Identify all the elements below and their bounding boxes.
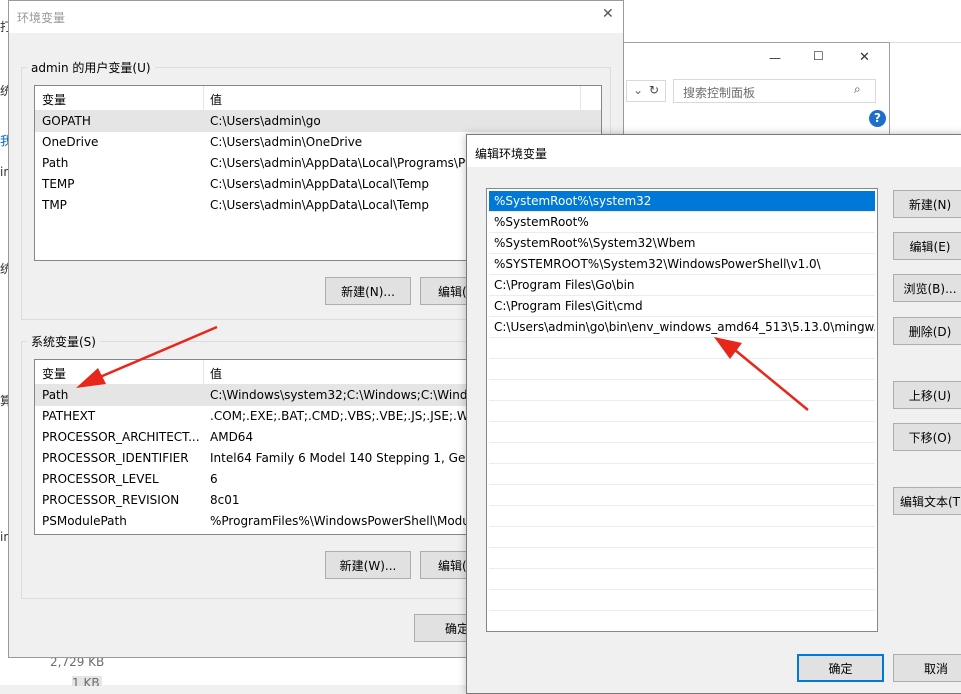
var-value: C:\Users\admin\AppData\Local\Programs\Py [210, 156, 473, 170]
var-name: TMP [42, 198, 67, 212]
empty-row [489, 527, 875, 548]
empty-row [489, 464, 875, 485]
var-value: Intel64 Family 6 Model 140 Stepping 1, G… [210, 451, 481, 465]
var-value: C:\Users\admin\AppData\Local\Temp [210, 198, 430, 212]
user-vars-title: admin 的用户变量(U) [27, 59, 155, 76]
empty-row [489, 443, 875, 464]
var-name: Path [42, 388, 69, 402]
dialog-titlebar: 环境变量 ✕ [9, 1, 623, 33]
var-value: C:\Users\admin\AppData\Local\Temp [210, 177, 430, 191]
var-value: %ProgramFiles%\WindowsPowerShell\Modu [210, 514, 470, 528]
maximize-button[interactable]: ☐ [813, 49, 824, 63]
list-item[interactable]: %SystemRoot%\System32\Wbem [489, 233, 875, 254]
list-item[interactable]: %SystemRoot% [489, 212, 875, 233]
col-val-header: 值 [210, 93, 223, 107]
path-entry: %SystemRoot%\system32 [494, 194, 652, 208]
dialog-title: 环境变量 [17, 11, 66, 25]
var-value: 8c01 [210, 493, 240, 507]
var-name: PROCESSOR_REVISION [42, 493, 180, 507]
empty-row [489, 548, 875, 569]
empty-row [489, 590, 875, 611]
path-entry: %SYSTEMROOT%\System32\WindowsPowerShell\… [494, 257, 821, 271]
help-icon[interactable]: ? [869, 110, 886, 127]
search-input[interactable]: 搜索控制面板 ⌕ [673, 79, 876, 103]
empty-row [489, 359, 875, 380]
col-separator [580, 86, 581, 110]
edit-text-button[interactable]: 编辑文本(T) [893, 487, 961, 515]
var-value: C:\Users\admin\OneDrive [210, 135, 363, 149]
move-down-button[interactable]: 下移(O) [893, 423, 961, 451]
path-list[interactable]: %SystemRoot%\system32 %SystemRoot% %Syst… [486, 188, 878, 632]
list-item[interactable]: C:\Program Files\Git\cmd [489, 296, 875, 317]
col-var-header: 变量 [42, 93, 67, 107]
sys-new-button[interactable]: 新建(W)... [325, 551, 411, 579]
col-separator [203, 86, 204, 110]
var-value: C:\Users\admin\go [210, 114, 321, 128]
chevron-down-icon: ⌄ [633, 83, 644, 97]
var-name: PSModulePath [42, 514, 127, 528]
path-entry: C:\Users\admin\go\bin\env_windows_amd64_… [494, 320, 875, 334]
empty-row [489, 422, 875, 443]
address-dropdown[interactable]: ⌄ ↻ [626, 80, 666, 102]
var-name: TEMP [42, 177, 75, 191]
close-button[interactable]: ✕ [859, 50, 870, 65]
list-item[interactable]: %SystemRoot%\system32 [489, 191, 875, 212]
list-item[interactable]: %SYSTEMROOT%\System32\WindowsPowerShell\… [489, 254, 875, 275]
search-placeholder: 搜索控制面板 [683, 86, 756, 100]
path-entry: %SystemRoot% [494, 215, 589, 229]
list-item[interactable]: C:\Users\admin\go\bin\env_windows_amd64_… [489, 317, 875, 338]
close-icon[interactable]: ✕ [602, 6, 614, 22]
control-panel-window: — ☐ ✕ ⌄ ↻ 搜索控制面板 ⌕ ? [600, 42, 890, 142]
list-item[interactable]: C:\Program Files\Go\bin [489, 275, 875, 296]
cp-window-edge [890, 42, 961, 73]
empty-row [489, 485, 875, 506]
var-value: 6 [210, 472, 218, 486]
sys-vars-title: 系统变量(S) [27, 333, 100, 350]
browse-button[interactable]: 浏览(B)... [893, 274, 961, 302]
path-entry: C:\Program Files\Go\bin [494, 278, 635, 292]
empty-row [489, 338, 875, 359]
cancel-button[interactable]: 取消 [893, 654, 961, 682]
edit-button[interactable]: 编辑(E) [893, 232, 961, 260]
var-value: C:\Windows\system32;C:\Windows;C:\Windo [210, 388, 475, 402]
empty-row [489, 611, 875, 631]
edit-env-dialog: 编辑环境变量 %SystemRoot%\system32 %SystemRoot… [466, 134, 961, 694]
var-name: PATHEXT [42, 409, 96, 423]
refresh-icon[interactable]: ↻ [649, 83, 659, 97]
var-value: .COM;.EXE;.BAT;.CMD;.VBS;.VBE;.JS;.JSE;.… [210, 409, 484, 423]
col-val-header: 值 [210, 367, 223, 381]
list-header: 变量 值 [35, 86, 601, 111]
col-var-header: 变量 [42, 367, 67, 381]
var-name: PROCESSOR_ARCHITECT... [42, 430, 200, 444]
var-name: PROCESSOR_LEVEL [42, 472, 159, 486]
delete-button[interactable]: 删除(D) [893, 317, 961, 345]
move-up-button[interactable]: 上移(U) [893, 381, 961, 409]
empty-row [489, 506, 875, 527]
var-name: Path [42, 156, 69, 170]
table-row[interactable]: GOPATH C:\Users\admin\go [35, 111, 601, 132]
var-name: GOPATH [42, 114, 91, 128]
empty-row [489, 401, 875, 422]
minimize-button[interactable]: — [769, 51, 781, 65]
user-new-button[interactable]: 新建(N)... [325, 277, 411, 305]
var-value: AMD64 [210, 430, 254, 444]
new-button[interactable]: 新建(N) [893, 190, 961, 218]
ok-button[interactable]: 确定 [797, 654, 884, 682]
path-entry: C:\Program Files\Git\cmd [494, 299, 643, 313]
search-icon: ⌕ [854, 82, 861, 96]
var-name: PROCESSOR_IDENTIFIER [42, 451, 189, 465]
empty-row [489, 569, 875, 590]
edit-dialog-title: 编辑环境变量 [475, 147, 548, 161]
empty-row [489, 380, 875, 401]
var-name: OneDrive [42, 135, 99, 149]
path-entry: %SystemRoot%\System32\Wbem [494, 236, 696, 250]
edit-dialog-titlebar: 编辑环境变量 [467, 135, 961, 167]
col-separator [203, 360, 204, 384]
